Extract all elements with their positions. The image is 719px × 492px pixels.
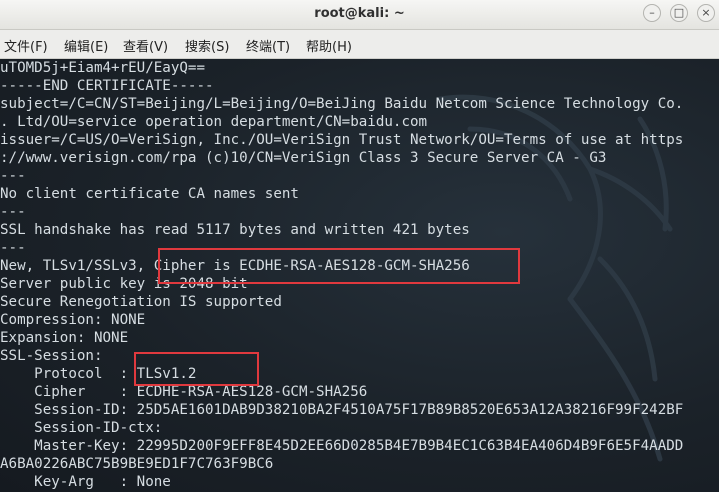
terminal-line: Server public key is 2048 bit	[0, 276, 248, 292]
menu-help[interactable]: 帮助(H)	[306, 36, 352, 55]
menu-file[interactable]: 文件(F)	[4, 36, 48, 55]
menu-search[interactable]: 搜索(S)	[185, 36, 229, 55]
terminal-line: Cipher : ECDHE-RSA-AES128-GCM-SHA256	[0, 384, 368, 400]
terminal-line: -----END CERTIFICATE-----	[0, 78, 214, 94]
menu-terminal[interactable]: 终端(T)	[246, 36, 290, 55]
terminal-line: Session-ID: 25D5AE1601DAB9D38210BA2F4510…	[0, 402, 684, 418]
terminal-line: ---	[0, 168, 26, 184]
terminal-area[interactable]: uTOMD5j+Eiam4+rEU/EayQ== -----END CERTIF…	[0, 59, 719, 492]
terminal-line: SSL-Session:	[0, 348, 103, 364]
maximize-button[interactable]: □	[670, 4, 688, 22]
terminal-line: Key-Arg : None	[0, 474, 171, 490]
minimize-button[interactable]: –	[643, 4, 661, 22]
terminal-line-protocol: Protocol : TLSv1.2	[0, 366, 197, 382]
window-title: root@kali: ~	[314, 6, 405, 21]
terminal-line: Session-ID-ctx:	[0, 420, 163, 436]
terminal-line-cipher: New, TLSv1/SSLv3, Cipher is ECDHE-RSA-AE…	[0, 258, 470, 274]
terminal-line: Compression: NONE	[0, 312, 146, 328]
menu-bar: 文件(F) 编辑(E) 查看(V) 搜索(S) 终端(T) 帮助(H)	[0, 30, 719, 59]
terminal-line: No client certificate CA names sent	[0, 186, 299, 202]
terminal-line: Master-Key: 22995D200F9EFF8E45D2EE66D028…	[0, 438, 684, 454]
terminal-line: . Ltd/OU=service operation department/CN…	[0, 114, 428, 130]
terminal-line: subject=/C=CN/ST=Beijing/L=Beijing/O=Bei…	[0, 96, 684, 112]
terminal-line: SSL handshake has read 5117 bytes and wr…	[0, 222, 470, 238]
terminal-line: uTOMD5j+Eiam4+rEU/EayQ==	[0, 60, 205, 76]
terminal-line: A6BA0226ABC75B9BE9ED1F7C763F9BC6	[0, 456, 274, 472]
terminal-line: issuer=/C=US/O=VeriSign, Inc./OU=VeriSig…	[0, 132, 684, 148]
close-button[interactable]: ×	[697, 4, 715, 22]
terminal-line: Expansion: NONE	[0, 330, 129, 346]
terminal-line: Secure Renegotiation IS supported	[0, 294, 282, 310]
title-bar[interactable]: root@kali: ~ – □ ×	[0, 0, 719, 30]
terminal-line: ://www.verisign.com/rpa (c)10/CN=VeriSig…	[0, 150, 607, 166]
menu-edit[interactable]: 编辑(E)	[64, 36, 108, 55]
terminal-line: ---	[0, 204, 26, 220]
terminal-line: ---	[0, 240, 26, 256]
menu-view[interactable]: 查看(V)	[123, 36, 168, 55]
